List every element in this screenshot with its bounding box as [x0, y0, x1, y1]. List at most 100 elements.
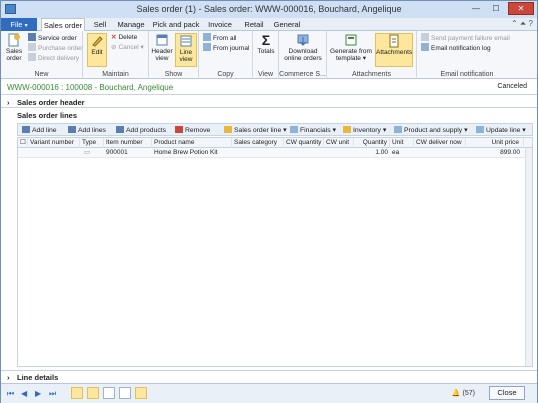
collapse-icon[interactable]: ⏶: [520, 19, 526, 28]
attachment-icon: [389, 34, 399, 48]
col-type[interactable]: Type: [80, 138, 104, 148]
attachments-toggle-icon[interactable]: [135, 387, 147, 399]
email-notification-log-button[interactable]: Email notification log: [421, 43, 491, 53]
send-payment-failure-email-button[interactable]: Send payment failure email: [421, 33, 510, 43]
col-product-name[interactable]: Product name: [152, 138, 232, 148]
group-label-maintain: Maintain: [102, 71, 129, 78]
col-variant-number[interactable]: Variant number: [28, 138, 80, 148]
first-record-icon[interactable]: ⏮: [7, 389, 14, 399]
header-view-button[interactable]: Header view: [151, 33, 173, 62]
section-sales-order-header[interactable]: › Sales order header: [7, 98, 85, 107]
close-window-button[interactable]: ✕: [508, 2, 534, 15]
line-icon: [224, 126, 232, 133]
update-line-menu[interactable]: Update line ▾: [476, 126, 526, 134]
grid-view-toggle-icon[interactable]: [119, 387, 131, 399]
tab-invoice[interactable]: Invoice: [204, 18, 236, 31]
cell-quantity[interactable]: 1.00: [354, 148, 390, 158]
tab-sales-order[interactable]: Sales order: [41, 18, 85, 32]
line-view-button[interactable]: Line view: [175, 33, 197, 67]
group-label-attachments: Attachments: [352, 71, 391, 78]
cell-variant[interactable]: [28, 148, 80, 158]
vertical-scrollbar[interactable]: [525, 148, 532, 366]
add-lines-button[interactable]: Add lines: [68, 126, 106, 134]
remove-button[interactable]: Remove: [175, 126, 210, 134]
section-line-details[interactable]: › Line details: [1, 370, 537, 382]
minimize-ribbon-icon[interactable]: ⌃: [511, 19, 518, 28]
product-and-supply-menu[interactable]: Product and supply ▾: [394, 126, 468, 134]
cell-sales-category[interactable]: [232, 148, 284, 158]
cancel-button[interactable]: ⊘ Cancel ▾: [111, 43, 144, 52]
header-view-icon: [156, 34, 168, 46]
col-sales-category[interactable]: Sales category: [232, 138, 284, 148]
alerts-count[interactable]: 🔔 (57): [452, 389, 475, 397]
generate-from-template-button[interactable]: Generate from template ▾: [329, 33, 373, 62]
tab-retail[interactable]: Retail: [240, 18, 268, 31]
maximize-button[interactable]: ☐: [487, 2, 505, 15]
cell-cw-unit[interactable]: [324, 148, 354, 158]
col-quantity[interactable]: Quantity: [354, 138, 390, 148]
previous-record-icon[interactable]: ◀: [21, 389, 27, 398]
ribbon-tabs: File ▾ Sales order Sell Manage Pick and …: [1, 18, 537, 32]
edit-mode-icon[interactable]: [71, 387, 83, 399]
item-type-icon: ▭: [84, 149, 91, 156]
cell-unit-price[interactable]: 899.00: [466, 148, 524, 158]
financials-menu[interactable]: Financials ▾: [290, 126, 336, 134]
divider: [1, 107, 537, 108]
help-icon[interactable]: ?: [529, 19, 533, 28]
group-label-new: New: [34, 71, 49, 78]
tab-manage[interactable]: Manage: [114, 18, 148, 31]
remove-icon: [175, 126, 183, 133]
breadcrumb: WWW-000016 : 100008 - Bouchard, Angeliqu…: [1, 80, 537, 95]
col-unit[interactable]: Unit: [390, 138, 414, 148]
next-record-icon[interactable]: ▶: [35, 389, 41, 398]
col-cw-deliver-now[interactable]: CW deliver now: [414, 138, 466, 148]
sales-order-button[interactable]: Sales order: [3, 33, 25, 62]
group-label-show: Show: [164, 71, 183, 78]
window-title: Sales order (1) - Sales order: WWW-00001…: [136, 4, 402, 14]
purchase-order-button[interactable]: Purchase order: [28, 43, 82, 53]
sales-lines-grid: ☐ Variant number Type Item number Produc…: [17, 137, 533, 367]
tab-general[interactable]: General: [272, 18, 302, 31]
inventory-menu[interactable]: Inventory ▾: [343, 126, 386, 134]
table-row[interactable]: ▭ 900001 Home Brew Potion Kit 1.00 ea 89…: [18, 148, 532, 158]
inventory-icon: [343, 126, 351, 133]
close-button[interactable]: Close: [489, 386, 525, 400]
cell-product-name[interactable]: Home Brew Potion Kit: [152, 148, 232, 158]
line-view-toggle-icon[interactable]: [87, 387, 99, 399]
tab-file[interactable]: File ▾: [1, 18, 37, 31]
cell-unit[interactable]: ea: [390, 148, 414, 158]
download-online-orders-button[interactable]: Download online orders: [281, 33, 325, 62]
cell-cw-quantity[interactable]: [284, 148, 324, 158]
add-products-button[interactable]: Add products: [116, 126, 166, 134]
from-journal-button[interactable]: From journal: [203, 43, 249, 53]
select-all-checkbox[interactable]: ☐: [18, 138, 28, 148]
header-view-toggle-icon[interactable]: [103, 387, 115, 399]
col-cw-unit[interactable]: CW unit: [324, 138, 354, 148]
totals-button[interactable]: Σ Totals: [255, 33, 277, 55]
col-unit-price[interactable]: Unit price: [466, 138, 524, 148]
minimize-button[interactable]: —: [467, 2, 485, 15]
tab-pick-and-pack[interactable]: Pick and pack: [152, 18, 200, 31]
expand-icon: ›: [7, 373, 10, 382]
attachments-button[interactable]: Attachments: [375, 33, 413, 67]
edit-button[interactable]: Edit: [87, 33, 107, 67]
cell-cw-deliver-now[interactable]: [414, 148, 466, 158]
delete-icon: ✕: [111, 34, 117, 41]
direct-delivery-button[interactable]: Direct delivery: [28, 53, 79, 63]
col-cw-quantity[interactable]: CW quantity: [284, 138, 324, 148]
from-all-button[interactable]: From all: [203, 33, 236, 43]
add-line-icon: [22, 126, 30, 133]
last-record-icon[interactable]: ⏭: [49, 389, 56, 399]
expand-icon: ›: [7, 98, 10, 107]
group-new: Sales order Service order Purchase order…: [1, 31, 83, 79]
template-icon: [345, 34, 357, 46]
delete-button[interactable]: ✕ Delete: [111, 33, 137, 42]
add-line-button[interactable]: Add line: [22, 126, 57, 134]
sales-order-line-menu[interactable]: Sales order line ▾: [224, 126, 287, 134]
cell-item-number[interactable]: 900001: [104, 148, 152, 158]
service-order-button[interactable]: Service order: [28, 33, 77, 43]
sales-order-window: Sales order (1) - Sales order: WWW-00001…: [0, 0, 538, 403]
tab-sell[interactable]: Sell: [89, 18, 111, 31]
col-item-number[interactable]: Item number: [104, 138, 152, 148]
record-title: WWW-000016 : 100008 - Bouchard, Angeliqu…: [7, 83, 174, 92]
